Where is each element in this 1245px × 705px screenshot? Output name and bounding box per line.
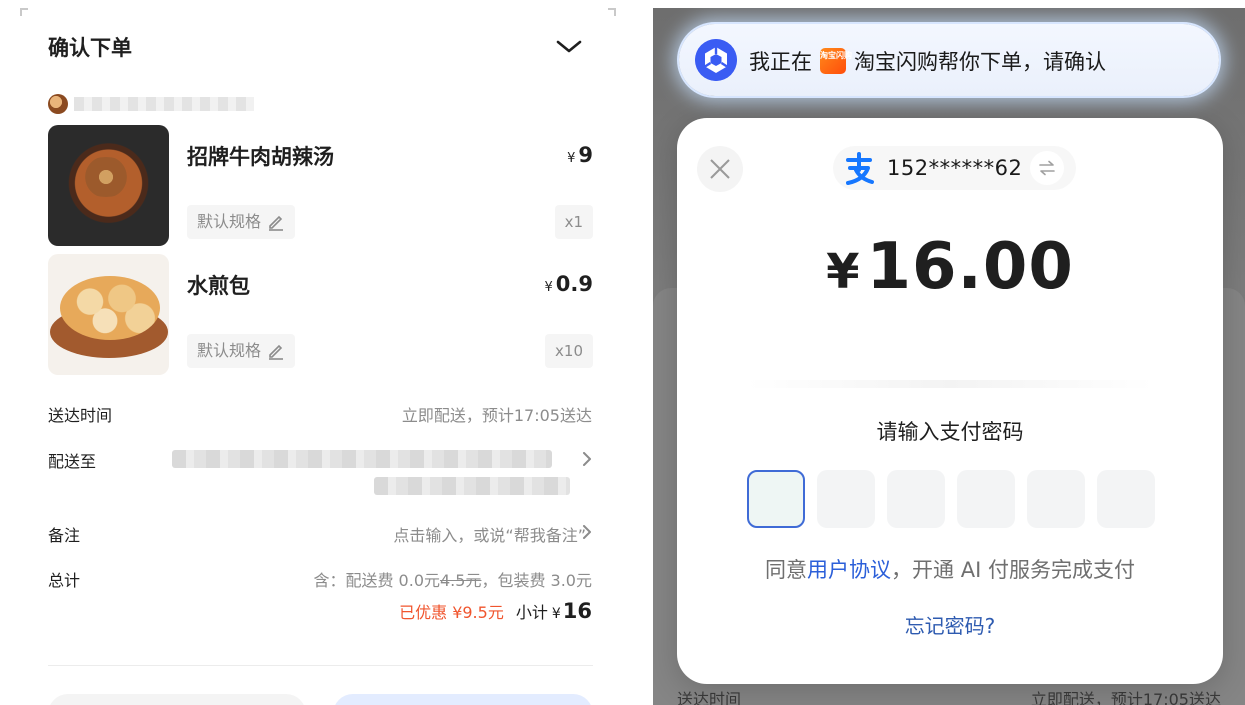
item-price-value: 0.9 <box>555 272 593 296</box>
forgot-password-link[interactable]: 忘记密码? <box>677 610 1223 639</box>
banner-text-after: 淘宝闪购帮你下单，请确认 <box>854 50 1106 74</box>
divider <box>747 380 1153 388</box>
total-label: 总计 <box>48 571 81 590</box>
chevron-right-icon[interactable] <box>582 452 592 466</box>
agree-prefix: 同意 <box>765 558 808 582</box>
agree-suffix: ，开通 AI 付服务完成支付 <box>891 558 1135 582</box>
pan-fried-buns-photo <box>48 254 169 375</box>
delivery-time-value[interactable]: 立即配送，预计17:05送达 <box>402 402 592 426</box>
amount-value: 16.00 <box>866 230 1074 304</box>
chevron-right-icon[interactable] <box>582 525 592 539</box>
delivery-fee-original: 4.5元 <box>440 571 482 590</box>
switch-account-button[interactable] <box>1030 151 1065 185</box>
deliver-to-label: 配送至 <box>48 452 97 471</box>
subtotal-currency: ¥ <box>551 606 561 622</box>
edit-pencil-icon <box>269 215 284 231</box>
quantity-badge: x10 <box>545 334 593 368</box>
pin-digit-box[interactable] <box>817 470 875 528</box>
item-name: 水煎包 <box>187 274 250 298</box>
assistant-banner: 我正在 淘宝闪购 淘宝闪购帮你下单，请确认 <box>679 24 1219 96</box>
item-price: ¥9 <box>567 143 593 167</box>
quantity-badge: x1 <box>554 205 593 239</box>
spec-selector[interactable]: 默认规格 <box>187 334 296 368</box>
background-delivery-label: 送达时间 <box>677 690 742 705</box>
account-number: 152******62 <box>887 156 1023 180</box>
packaging-fee: ，包装费 3.0元 <box>481 571 592 590</box>
cart-item: 水煎包 ¥0.9 默认规格 x10 <box>48 254 593 376</box>
payment-dialog: 152******62 ¥16.00 请输入支付密码 同意用户协议，开通 AI … <box>677 118 1223 684</box>
close-icon <box>710 159 730 179</box>
password-prompt: 请输入支付密码 <box>876 420 1024 444</box>
subtotal-row: 已优惠 ¥9.5元 小计 ¥16 <box>399 599 592 623</box>
currency-symbol: ¥ <box>567 151 576 166</box>
taobao-flash-app-icon: 淘宝闪购 <box>820 48 852 74</box>
spec-selector[interactable]: 默认规格 <box>187 205 296 239</box>
subtotal-amount: 16 <box>562 599 592 623</box>
payment-account-selector[interactable]: 152******62 <box>833 146 1077 190</box>
amount-currency: ¥ <box>826 244 861 300</box>
contact-phone-blurred <box>374 477 570 495</box>
address-blurred[interactable] <box>172 450 552 468</box>
pin-digit-box[interactable] <box>957 470 1015 528</box>
assistant-banner-text: 我正在 淘宝闪购 淘宝闪购帮你下单，请确认 <box>749 46 1106 76</box>
spec-label: 默认规格 <box>197 212 262 231</box>
banner-text-before: 我正在 <box>749 50 812 74</box>
beef-pepper-soup-photo <box>48 125 169 246</box>
cart-item: 招牌牛肉胡辣汤 ¥9 默认规格 x1 <box>48 125 593 247</box>
switch-account-icon <box>1039 160 1056 176</box>
divider <box>48 665 593 666</box>
remark-label: 备注 <box>48 526 81 545</box>
subtotal: 小计 ¥16 <box>516 599 592 623</box>
delivery-fee: 0.0元 <box>398 571 440 590</box>
pin-digit-box[interactable] <box>887 470 945 528</box>
delivery-time-label: 送达时间 <box>48 406 113 425</box>
user-agreement-link[interactable]: 用户协议 <box>807 558 891 582</box>
pin-digit-box[interactable] <box>1027 470 1085 528</box>
payment-overlay: 送达时间 立即配送，预计17:05送达 我正在 淘宝闪购 淘宝闪购帮你下单，请确… <box>653 8 1245 705</box>
item-price: ¥0.9 <box>545 272 593 296</box>
secondary-action-button[interactable] <box>48 694 306 705</box>
pin-digit-box[interactable] <box>1097 470 1155 528</box>
background-delivery-value: 立即配送，预计17:05送达 <box>1030 690 1221 705</box>
agreement-text: 同意用户协议，开通 AI 付服务完成支付 <box>677 554 1223 584</box>
item-name: 招牌牛肉胡辣汤 <box>187 145 334 169</box>
fee-breakdown: 含：配送费 0.0元4.5元，包装费 3.0元 <box>313 567 592 591</box>
assistant-logo-icon <box>695 39 737 81</box>
alipay-icon <box>846 152 874 185</box>
currency-symbol: ¥ <box>544 280 553 295</box>
store-name-blurred <box>74 97 254 111</box>
subtotal-label: 小计 <box>515 603 548 622</box>
chevron-down-icon[interactable] <box>556 36 582 56</box>
discount-saved: 已优惠 ¥9.5元 <box>399 603 504 622</box>
panel-corner-left <box>20 8 28 16</box>
password-input[interactable] <box>747 470 1155 528</box>
remark-input[interactable]: 点击输入，或说“帮我备注” <box>393 522 586 546</box>
payment-amount: ¥16.00 <box>677 230 1223 304</box>
order-title: 确认下单 <box>48 36 132 60</box>
close-button[interactable] <box>697 146 743 192</box>
spec-label: 默认规格 <box>197 341 262 360</box>
item-price-value: 9 <box>578 143 593 167</box>
panel-corner-right <box>608 8 616 16</box>
pin-digit-box[interactable] <box>747 470 805 528</box>
store-avatar <box>48 94 68 114</box>
fee-prefix: 含：配送费 <box>313 571 394 590</box>
edit-pencil-icon <box>269 344 284 360</box>
submit-order-button[interactable] <box>333 694 593 705</box>
order-confirm-panel: 确认下单 招牌牛肉胡辣汤 ¥9 默认规格 x1 水煎包 ¥0.9 默认规格 x1… <box>20 8 622 705</box>
